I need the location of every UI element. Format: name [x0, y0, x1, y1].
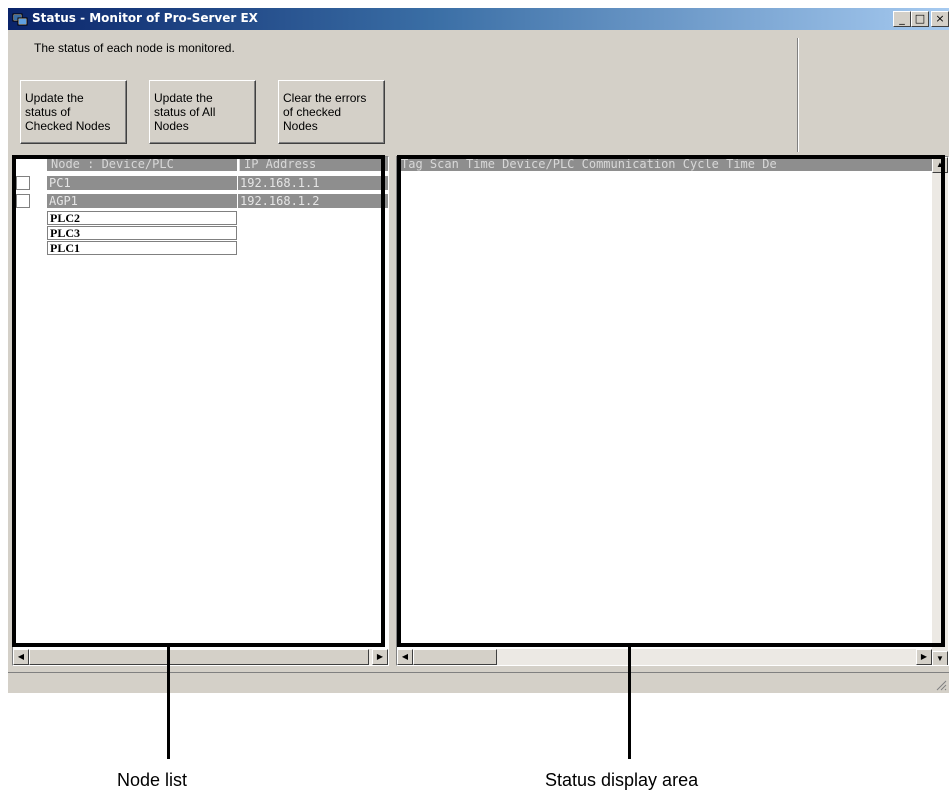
description-text: The status of each node is monitored.: [34, 41, 235, 55]
status-header[interactable]: Tag Scan Time Device/PLC Communication C…: [397, 157, 934, 171]
node-row-pc1[interactable]: PC1 192.168.1.1: [13, 176, 388, 190]
scroll-left-icon[interactable]: ◀: [397, 649, 413, 665]
toolbar-divider: [797, 38, 799, 152]
minimize-button[interactable]: _: [893, 11, 911, 27]
column-header-node[interactable]: Node : Device/PLC: [47, 157, 237, 171]
scroll-down-icon[interactable]: ▼: [932, 651, 948, 665]
column-header-ip[interactable]: IP Address: [239, 157, 388, 171]
scroll-up-icon[interactable]: ▲: [932, 157, 948, 173]
status-display-panel[interactable]: Tag Scan Time Device/PLC Communication C…: [396, 156, 949, 666]
scroll-right-icon[interactable]: ▶: [372, 649, 388, 665]
scroll-left-icon[interactable]: ◀: [13, 649, 29, 665]
close-button[interactable]: ×: [931, 11, 949, 27]
status-hscroll[interactable]: ◀ ▶: [397, 649, 932, 665]
node-list-panel[interactable]: Node : Device/PLC IP Address PC1 192.168…: [12, 156, 389, 666]
node-ip: 192.168.1.1: [238, 176, 388, 190]
scroll-thumb[interactable]: [29, 649, 369, 665]
window-title: Status - Monitor of Pro-Server EX: [32, 11, 258, 25]
node-row-plc3[interactable]: PLC3: [13, 226, 388, 240]
status-monitor-window: Status - Monitor of Pro-Server EX _ □ × …: [8, 8, 949, 693]
status-vscroll[interactable]: ▲ ▼: [932, 157, 948, 665]
update-checked-label: Update the status of Checked Nodes: [25, 91, 111, 133]
node-checkbox[interactable]: [16, 176, 30, 190]
node-list-hscroll[interactable]: ◀ ▶: [13, 649, 388, 665]
node-list-callout-line: [167, 647, 170, 759]
resize-grip-icon[interactable]: [935, 679, 947, 691]
status-area-callout: Status display area: [545, 770, 699, 790]
node-row-plc2[interactable]: PLC2: [13, 211, 388, 225]
node-ip: 192.168.1.2: [238, 194, 388, 208]
node-name: PLC1: [47, 241, 237, 255]
status-area-callout-line: [628, 647, 631, 759]
node-name: PLC3: [47, 226, 237, 240]
update-all-nodes-button[interactable]: Update the status of All Nodes: [149, 80, 256, 144]
node-row-plc1[interactable]: PLC1: [13, 241, 388, 255]
node-name: PLC2: [47, 211, 237, 225]
node-name: PC1: [47, 176, 237, 190]
status-bar: [8, 672, 949, 693]
node-checkbox[interactable]: [16, 194, 30, 208]
node-name: AGP1: [47, 194, 237, 208]
clear-errors-label: Clear the errors of checked Nodes: [283, 91, 367, 133]
title-bar[interactable]: Status - Monitor of Pro-Server EX _ □ ×: [8, 8, 949, 30]
node-row-agp1[interactable]: AGP1 192.168.1.2: [13, 194, 388, 208]
node-list-callout: Node list: [117, 770, 188, 790]
maximize-button[interactable]: □: [911, 11, 929, 27]
clear-errors-button[interactable]: Clear the errors of checked Nodes: [278, 80, 385, 144]
update-checked-nodes-button[interactable]: Update the status of Checked Nodes: [20, 80, 127, 144]
scroll-thumb[interactable]: [413, 649, 497, 665]
scroll-right-icon[interactable]: ▶: [916, 649, 932, 665]
app-icon: [12, 13, 28, 26]
update-all-label: Update the status of All Nodes: [154, 91, 216, 133]
